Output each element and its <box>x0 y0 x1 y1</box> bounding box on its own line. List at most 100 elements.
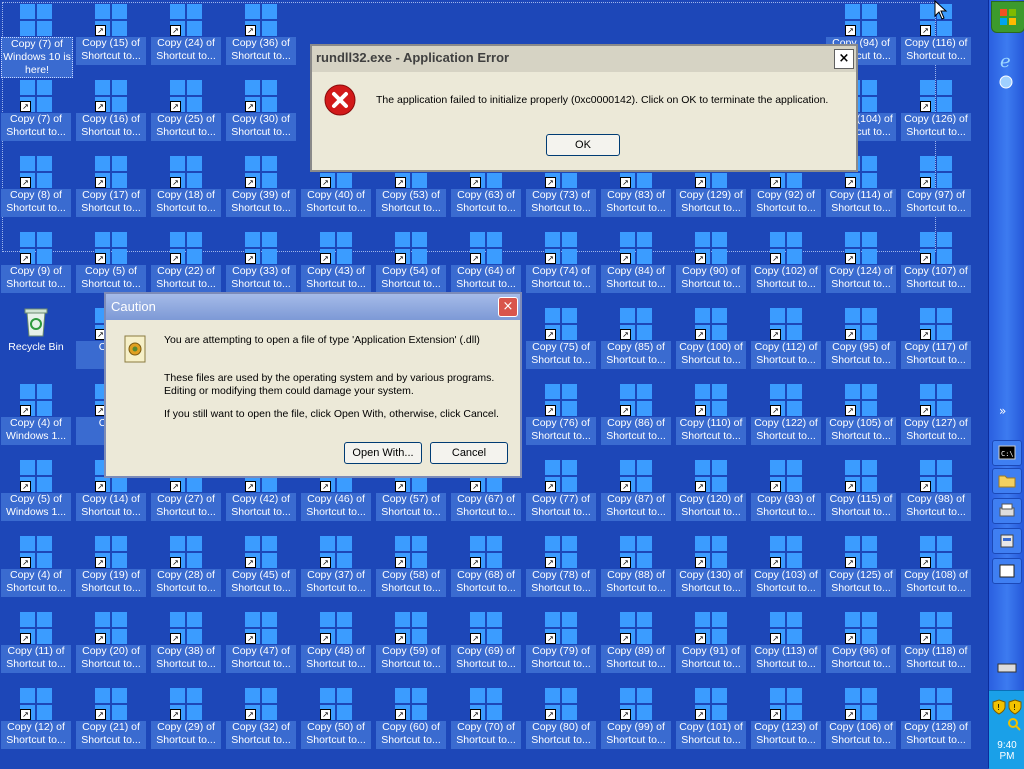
desktop-shortcut-icon[interactable]: ↗ Copy (50) of Shortcut to... <box>300 684 372 758</box>
desktop-shortcut-icon[interactable]: ↗ Copy (100) of Shortcut to... <box>675 304 747 378</box>
cancel-button[interactable]: Cancel <box>430 442 508 464</box>
window-task[interactable] <box>992 558 1022 584</box>
desktop-shortcut-icon[interactable]: ↗ Copy (85) of Shortcut to... <box>600 304 672 378</box>
desktop-shortcut-icon[interactable]: ↗ Copy (24) of Shortcut to... <box>150 0 222 74</box>
desktop-shortcut-icon[interactable]: ↗ Copy (117) of Shortcut to... <box>900 304 972 378</box>
desktop-shortcut-icon[interactable]: ↗ Copy (75) of Shortcut to... <box>525 304 597 378</box>
desktop-shortcut-icon[interactable]: ↗ Copy (77) of Shortcut to... <box>525 456 597 530</box>
desktop-shortcut-icon[interactable]: ↗ Copy (17) of Shortcut to... <box>75 152 147 226</box>
desktop-shortcut-icon[interactable]: Copy (7) of Windows 10 is here! <box>0 0 73 78</box>
desktop-shortcut-icon[interactable]: ↗ Copy (11) of Shortcut to... <box>0 608 72 682</box>
desktop-shortcut-icon[interactable]: ↗ Copy (48) of Shortcut to... <box>300 608 372 682</box>
desktop-shortcut-icon[interactable]: ↗ Copy (79) of Shortcut to... <box>525 608 597 682</box>
open-with-button[interactable]: Open With... <box>344 442 422 464</box>
desktop-shortcut-icon[interactable]: ↗ Copy (107) of Shortcut to... <box>900 228 972 302</box>
desktop-shortcut-icon[interactable]: ↗ Copy (64) of Shortcut to... <box>450 228 522 302</box>
desktop-shortcut-icon[interactable]: ↗ Copy (113) of Shortcut to... <box>750 608 822 682</box>
desktop-shortcut-icon[interactable]: ↗ Copy (89) of Shortcut to... <box>600 608 672 682</box>
desktop-shortcut-icon[interactable]: ↗ Copy (108) of Shortcut to... <box>900 532 972 606</box>
desktop-shortcut-icon[interactable]: ↗ Copy (4) of Windows 1... <box>0 380 72 454</box>
desktop-shortcut-icon[interactable]: ↗ Copy (96) of Shortcut to... <box>825 608 897 682</box>
desktop-shortcut-icon[interactable]: ↗ Copy (87) of Shortcut to... <box>600 456 672 530</box>
security-shield-icon[interactable]: ! <box>992 699 1006 715</box>
desktop-shortcut-icon[interactable]: ↗ Copy (58) of Shortcut to... <box>375 532 447 606</box>
desktop-shortcut-icon[interactable]: ↗ Copy (102) of Shortcut to... <box>750 228 822 302</box>
desktop-shortcut-icon[interactable]: ↗ Copy (70) of Shortcut to... <box>450 684 522 758</box>
chevron-down-icon[interactable]: » <box>999 404 1006 418</box>
desktop-shortcut-icon[interactable]: ↗ Copy (33) of Shortcut to... <box>225 228 297 302</box>
command-prompt-task[interactable]: C:\ <box>992 440 1022 466</box>
desktop-shortcut-icon[interactable]: ↗ Copy (12) of Shortcut to... <box>0 684 72 758</box>
desktop-shortcut-icon[interactable]: ↗ Copy (7) of Shortcut to... <box>0 76 72 150</box>
desktop-shortcut-icon[interactable]: ↗ Copy (5) of Windows 1... <box>0 456 72 530</box>
desktop-shortcut-icon[interactable]: ↗ Copy (95) of Shortcut to... <box>825 304 897 378</box>
desktop-shortcut-icon[interactable]: ↗ Copy (86) of Shortcut to... <box>600 380 672 454</box>
desktop-shortcut-icon[interactable]: ↗ Copy (91) of Shortcut to... <box>675 608 747 682</box>
desktop-shortcut-icon[interactable]: ↗ Copy (9) of Shortcut to... <box>0 228 72 302</box>
program-task[interactable] <box>992 528 1022 554</box>
security-shield-icon-2[interactable]: ! <box>1008 699 1022 715</box>
desktop-shortcut-icon[interactable]: ↗ Copy (25) of Shortcut to... <box>150 76 222 150</box>
desktop-shortcut-icon[interactable]: ↗ Copy (98) of Shortcut to... <box>900 456 972 530</box>
desktop-shortcut-icon[interactable]: ↗ Copy (128) of Shortcut to... <box>900 684 972 758</box>
error-dialog-titlebar[interactable]: rundll32.exe - Application Error × <box>312 46 856 72</box>
desktop-shortcut-icon[interactable]: ↗ Copy (47) of Shortcut to... <box>225 608 297 682</box>
desktop-shortcut-icon[interactable]: ↗ Copy (76) of Shortcut to... <box>525 380 597 454</box>
internet-explorer-icon[interactable]: e <box>994 50 1020 72</box>
start-button[interactable] <box>991 1 1024 33</box>
desktop-shortcut-icon[interactable]: ↗ Copy (110) of Shortcut to... <box>675 380 747 454</box>
desktop-shortcut-icon[interactable]: ↗ Copy (36) of Shortcut to... <box>225 0 297 74</box>
desktop-shortcut-icon[interactable]: ↗ Copy (45) of Shortcut to... <box>225 532 297 606</box>
desktop-shortcut-icon[interactable]: ↗ Copy (39) of Shortcut to... <box>225 152 297 226</box>
desktop-shortcut-icon[interactable]: ↗ Copy (60) of Shortcut to... <box>375 684 447 758</box>
desktop-shortcut-icon[interactable]: ↗ Copy (19) of Shortcut to... <box>75 532 147 606</box>
desktop-shortcut-icon[interactable]: ↗ Copy (99) of Shortcut to... <box>600 684 672 758</box>
desktop-shortcut-icon[interactable]: ↗ Copy (29) of Shortcut to... <box>150 684 222 758</box>
desktop-shortcut-icon[interactable]: ↗ Copy (127) of Shortcut to... <box>900 380 972 454</box>
desktop-shortcut-icon[interactable]: ↗ Copy (118) of Shortcut to... <box>900 608 972 682</box>
desktop-shortcut-icon[interactable]: ↗ Copy (93) of Shortcut to... <box>750 456 822 530</box>
caution-dialog-titlebar[interactable]: Caution × <box>106 294 520 320</box>
desktop-shortcut-icon[interactable]: ↗ Copy (54) of Shortcut to... <box>375 228 447 302</box>
desktop-shortcut-icon[interactable]: ↗ Copy (90) of Shortcut to... <box>675 228 747 302</box>
ok-button[interactable]: OK <box>546 134 620 156</box>
desktop-shortcut-icon[interactable]: ↗ Copy (78) of Shortcut to... <box>525 532 597 606</box>
desktop-shortcut-icon[interactable]: ↗ Copy (22) of Shortcut to... <box>150 228 222 302</box>
clock[interactable]: 9:40 PM <box>989 740 1024 762</box>
desktop-shortcut-icon[interactable]: ↗ Copy (112) of Shortcut to... <box>750 304 822 378</box>
desktop-shortcut-icon[interactable]: ↗ Copy (88) of Shortcut to... <box>600 532 672 606</box>
desktop-shortcut-icon[interactable]: ↗ Copy (20) of Shortcut to... <box>75 608 147 682</box>
desktop-shortcut-icon[interactable]: ↗ Copy (21) of Shortcut to... <box>75 684 147 758</box>
desktop-shortcut-icon[interactable]: ↗ Copy (37) of Shortcut to... <box>300 532 372 606</box>
desktop-shortcut-icon[interactable]: ↗ Copy (38) of Shortcut to... <box>150 608 222 682</box>
desktop-shortcut-icon[interactable]: ↗ Copy (106) of Shortcut to... <box>825 684 897 758</box>
desktop-shortcut-icon[interactable]: ↗ Copy (84) of Shortcut to... <box>600 228 672 302</box>
desktop-shortcut-icon[interactable]: ↗ Copy (80) of Shortcut to... <box>525 684 597 758</box>
desktop-shortcut-icon[interactable]: ↗ Copy (32) of Shortcut to... <box>225 684 297 758</box>
desktop-shortcut-icon[interactable]: ↗ Copy (16) of Shortcut to... <box>75 76 147 150</box>
search-icon[interactable] <box>1007 717 1021 731</box>
keyboard-icon[interactable] <box>994 656 1020 678</box>
desktop-shortcut-icon[interactable]: ↗ Copy (8) of Shortcut to... <box>0 152 72 226</box>
desktop-shortcut-icon[interactable]: ↗ Copy (105) of Shortcut to... <box>825 380 897 454</box>
desktop-shortcut-icon[interactable]: ↗ Copy (68) of Shortcut to... <box>450 532 522 606</box>
desktop-shortcut-icon[interactable]: ↗ Copy (30) of Shortcut to... <box>225 76 297 150</box>
desktop-shortcut-icon[interactable]: ↗ Copy (4) of Shortcut to... <box>0 532 72 606</box>
media-player-icon[interactable] <box>994 72 1020 94</box>
desktop-shortcut-icon[interactable]: ↗ Copy (43) of Shortcut to... <box>300 228 372 302</box>
desktop-shortcut-icon[interactable]: ↗ Copy (126) of Shortcut to... <box>900 76 972 150</box>
desktop-shortcut-icon[interactable]: ↗ Copy (59) of Shortcut to... <box>375 608 447 682</box>
desktop-shortcut-icon[interactable]: ↗ Copy (69) of Shortcut to... <box>450 608 522 682</box>
desktop-shortcut-icon[interactable]: ↗ Copy (115) of Shortcut to... <box>825 456 897 530</box>
desktop-shortcut-icon[interactable]: ↗ Copy (15) of Shortcut to... <box>75 0 147 74</box>
desktop-shortcut-icon[interactable]: ↗ Copy (18) of Shortcut to... <box>150 152 222 226</box>
desktop-shortcut-icon[interactable]: ↗ Copy (120) of Shortcut to... <box>675 456 747 530</box>
printer-task[interactable] <box>992 498 1022 524</box>
desktop-shortcut-icon[interactable]: ↗ Copy (97) of Shortcut to... <box>900 152 972 226</box>
desktop-shortcut-icon[interactable]: ↗ Copy (103) of Shortcut to... <box>750 532 822 606</box>
caution-dialog-close-button[interactable]: × <box>498 297 518 317</box>
desktop-shortcut-icon[interactable]: ↗ Copy (122) of Shortcut to... <box>750 380 822 454</box>
desktop-shortcut-icon[interactable]: ↗ Copy (123) of Shortcut to... <box>750 684 822 758</box>
desktop-shortcut-icon[interactable]: ↗ Copy (5) of Shortcut to... <box>75 228 147 302</box>
recycle-bin[interactable]: Recycle Bin <box>0 304 72 378</box>
